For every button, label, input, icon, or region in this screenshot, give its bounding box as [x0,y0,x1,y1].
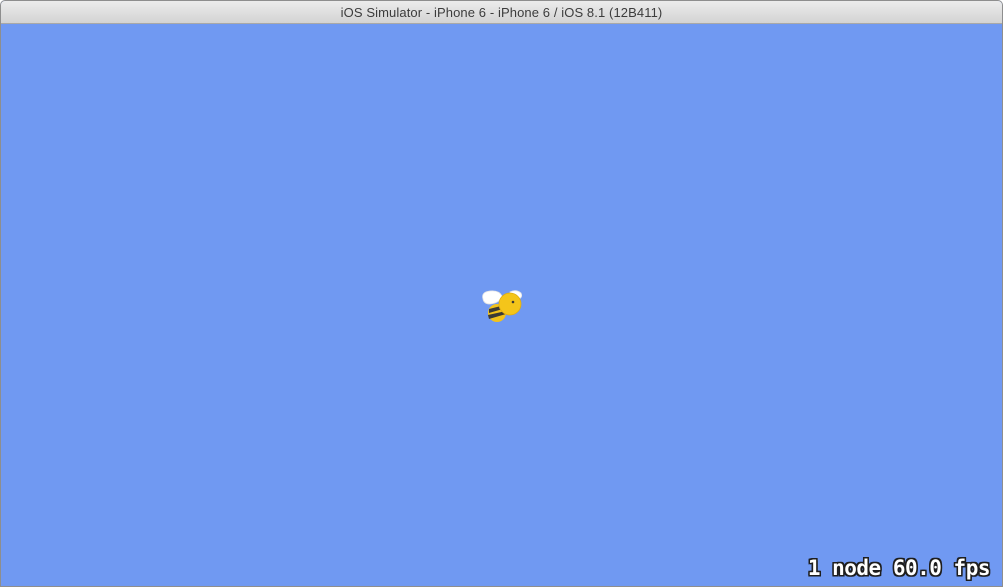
spritekit-stats-label: 1 node 60.0 fps [807,556,991,580]
game-scene[interactable]: 1 node 60.0 fps [1,24,1002,586]
bee-sprite[interactable] [480,287,526,327]
window-title: iOS Simulator - iPhone 6 - iPhone 6 / iO… [340,4,663,20]
bee-icon [482,290,523,322]
simulator-window: iOS Simulator - iPhone 6 - iPhone 6 / iO… [0,0,1003,587]
window-titlebar[interactable]: iOS Simulator - iPhone 6 - iPhone 6 / iO… [1,1,1002,24]
